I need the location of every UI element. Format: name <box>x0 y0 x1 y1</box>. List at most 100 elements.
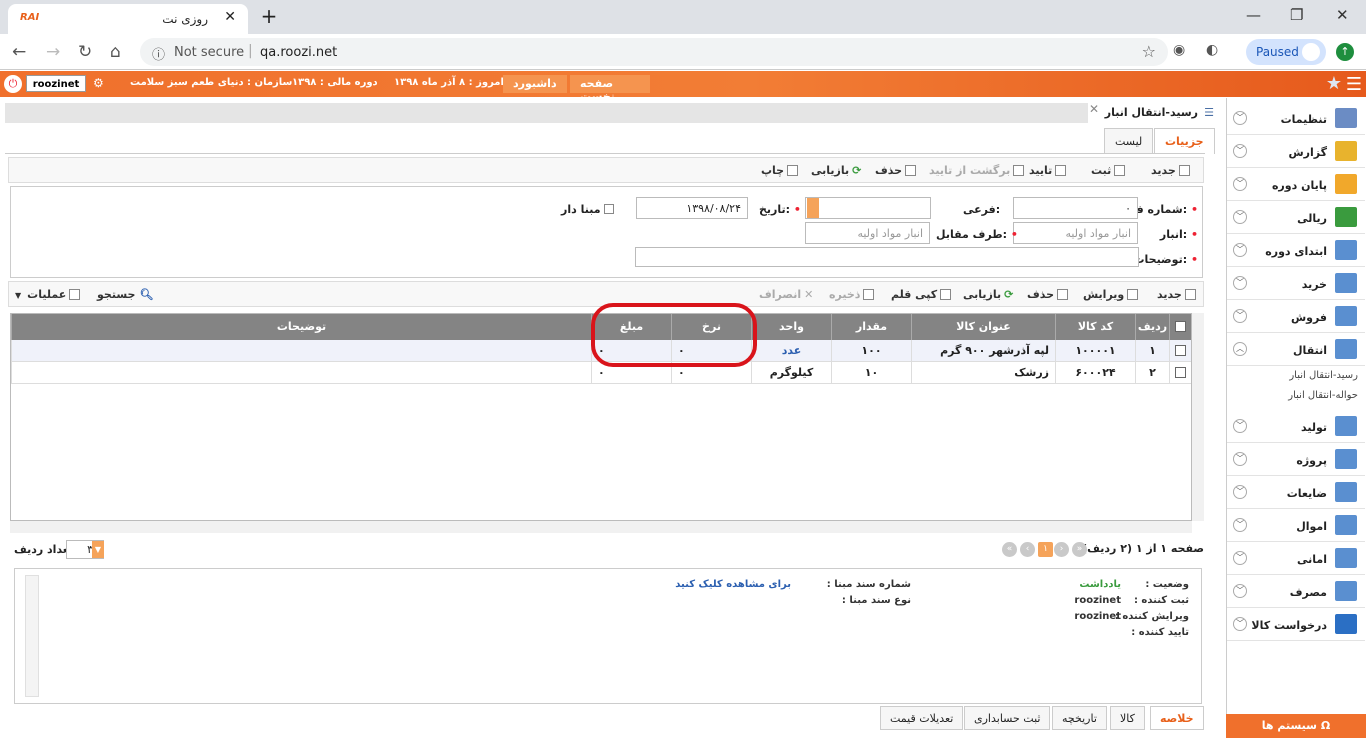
select-all-checkbox[interactable] <box>1175 321 1186 332</box>
row-checkbox[interactable] <box>1175 345 1186 356</box>
tab-history[interactable]: تاریخچه <box>1052 706 1107 730</box>
browser-tab[interactable]: RAI روزی نت ✕ <box>8 4 248 34</box>
cancel-button[interactable]: انصراف ✕ <box>759 288 813 301</box>
sub-spinner-icon[interactable] <box>807 198 819 218</box>
chevron-down-icon[interactable]: ﹀ <box>1233 144 1247 158</box>
settings-small-icon[interactable]: ⚙ <box>93 76 104 90</box>
close-window-icon[interactable]: ✕ <box>1336 6 1349 24</box>
last-page-icon[interactable]: « <box>1002 542 1017 557</box>
url-field[interactable]: ⓘ Not secure | qa.roozi.net ☆ <box>140 38 1168 66</box>
col-code[interactable]: کد کالا <box>1055 314 1135 340</box>
sub-field[interactable] <box>805 197 931 219</box>
sidebar-item[interactable]: ﹀ تنظیمات <box>1227 102 1365 135</box>
chevron-down-icon[interactable]: ﹀ <box>1233 419 1247 433</box>
vertical-scrollbar[interactable] <box>1192 313 1204 521</box>
based-checkbox[interactable] <box>604 204 615 214</box>
reload-button[interactable]: بازیابی ⟳ <box>811 164 861 177</box>
grid-edit-button[interactable]: ویرایش <box>1083 288 1139 301</box>
horizontal-scrollbar[interactable] <box>10 521 1192 533</box>
sidebar-item[interactable]: ﹀ پایان دوره <box>1227 168 1365 201</box>
chevron-down-icon[interactable]: ﹀ <box>1233 210 1247 224</box>
tab-summary[interactable]: خلاصه <box>1150 706 1204 730</box>
tab-details[interactable]: جزییات <box>1154 128 1215 154</box>
dashboard-button[interactable]: داشبورد <box>503 75 567 93</box>
warehouse-field[interactable]: انبار مواد اولیه <box>1013 222 1138 244</box>
delete-button[interactable]: حذف <box>875 164 917 177</box>
tab-accounting[interactable]: ثبت حسابداری <box>964 706 1051 730</box>
sidebar-item[interactable]: ﹀ پروژه <box>1227 443 1365 476</box>
tab-price-adjust[interactable]: تعدیلات قیمت <box>880 706 964 730</box>
maximize-icon[interactable]: ❐ <box>1290 6 1303 24</box>
date-field[interactable]: ۱۳۹۸/۰۸/۲۴ <box>636 197 748 219</box>
chevron-down-icon[interactable]: ﹀ <box>1233 551 1247 565</box>
chevron-down-icon[interactable]: ﹀ <box>1233 485 1247 499</box>
dropdown-arrow-icon[interactable]: ▼ <box>92 541 104 558</box>
bookmark-star-icon[interactable]: ☆ <box>1142 42 1156 61</box>
grid-reload-button[interactable]: بازیابی ⟳ <box>963 288 1013 301</box>
chevron-down-icon[interactable]: ﹀ <box>1233 276 1247 290</box>
username-box[interactable]: roozinet <box>26 75 86 92</box>
grid-new-button[interactable]: جدید <box>1157 288 1196 301</box>
prev-page-icon[interactable]: › <box>1054 542 1069 557</box>
reload-icon[interactable]: ↻ <box>78 42 92 62</box>
chevron-down-icon[interactable]: ﹀ <box>1233 518 1247 532</box>
print-button[interactable]: چاپ <box>761 164 799 177</box>
sidebar-item[interactable]: ︿ انتقال <box>1227 333 1365 366</box>
first-page-icon[interactable]: » <box>1072 542 1087 557</box>
counterpart-field[interactable]: انبار مواد اولیه <box>805 222 930 244</box>
chevron-down-icon[interactable]: ﹀ <box>1233 243 1247 257</box>
col-name[interactable]: عنوان کالا <box>911 314 1055 340</box>
update-icon[interactable]: ↑ <box>1336 43 1354 61</box>
systems-button[interactable]: سیستم ها Ω <box>1226 714 1366 738</box>
chevron-down-icon[interactable]: ﹀ <box>1233 309 1247 323</box>
sidebar-item[interactable]: ﹀ تولید <box>1227 410 1365 443</box>
extension-icon[interactable]: ◉ <box>1173 42 1185 58</box>
sidebar-item[interactable]: ﹀ ریالی <box>1227 201 1365 234</box>
tab-list[interactable]: لیست <box>1104 128 1154 154</box>
close-tab-icon[interactable]: ✕ <box>224 9 236 25</box>
menu-hamburger-icon[interactable]: ☰ <box>1346 74 1362 95</box>
chevron-down-icon[interactable]: ﹀ <box>1233 584 1247 598</box>
grid-delete-button[interactable]: حذف <box>1027 288 1069 301</box>
sidebar-item[interactable]: ﹀ درخواست کالا <box>1227 608 1365 641</box>
operations-dropdown[interactable]: ▼ عملیات <box>15 288 81 301</box>
sidebar-item[interactable]: ﹀ ضایعات <box>1227 476 1365 509</box>
minimize-icon[interactable]: — <box>1246 6 1261 24</box>
info-icon[interactable]: ⓘ <box>152 44 165 63</box>
home-page-button[interactable]: صفحه نخست <box>570 75 650 103</box>
sidebar-item[interactable]: ﹀ مصرف <box>1227 575 1365 608</box>
row-checkbox[interactable] <box>1175 367 1186 378</box>
profile-paused-button[interactable]: Paused <box>1246 39 1326 65</box>
sidebar-item[interactable]: ﹀ فروش <box>1227 300 1365 333</box>
new-tab-icon[interactable]: + <box>256 6 282 28</box>
home-icon[interactable]: ⌂ <box>110 42 121 62</box>
copy-item-button[interactable]: کپی قلم <box>891 288 952 301</box>
unapprove-button[interactable]: برگشت از تایید <box>929 164 1025 177</box>
col-desc[interactable]: توضیحات <box>11 314 591 340</box>
sidebar-item[interactable]: ﹀ امانی <box>1227 542 1365 575</box>
sidebar-item[interactable]: ﹀ گزارش <box>1227 135 1365 168</box>
new-button[interactable]: جدید <box>1151 164 1190 177</box>
table-row[interactable]: ۲ ۶۰۰۰۲۴ زرشک ۱۰ کیلوگرم ۰ ۰ <box>11 362 1191 384</box>
chevron-down-icon[interactable]: ﹀ <box>1233 111 1247 125</box>
chevron-down-icon[interactable]: ﹀ <box>1233 177 1247 191</box>
sidebar-item[interactable]: ﹀ خرید <box>1227 267 1365 300</box>
col-qty[interactable]: مقدار <box>831 314 911 340</box>
sidebar-item[interactable]: ﹀ اموال <box>1227 509 1365 542</box>
register-button[interactable]: ثبت <box>1091 164 1126 177</box>
sidebar-subitem[interactable]: رسید-انتقال انبار <box>1289 370 1358 381</box>
extension2-icon[interactable]: ◐ <box>1206 42 1218 58</box>
next-page-icon[interactable]: ‹ <box>1020 542 1035 557</box>
tab-goods[interactable]: کالا <box>1110 706 1145 730</box>
summary-scrollbar[interactable] <box>25 575 39 697</box>
base-doc-link[interactable]: برای مشاهده کلیک کنید <box>675 579 791 590</box>
search-button[interactable]: جستجو 🔍︎ <box>97 288 153 301</box>
back-icon[interactable]: ← <box>12 42 26 62</box>
approve-button[interactable]: تایید <box>1029 164 1067 177</box>
current-page[interactable]: ۱ <box>1038 542 1053 557</box>
sidebar-subitem[interactable]: حواله-انتقال انبار <box>1288 390 1358 401</box>
col-row[interactable]: ردیف <box>1135 314 1169 340</box>
chevron-down-icon[interactable]: ﹀ <box>1233 617 1247 631</box>
based-checkbox-label[interactable]: مبنا دار <box>561 203 615 216</box>
save-button[interactable]: ذخیره <box>829 288 875 301</box>
